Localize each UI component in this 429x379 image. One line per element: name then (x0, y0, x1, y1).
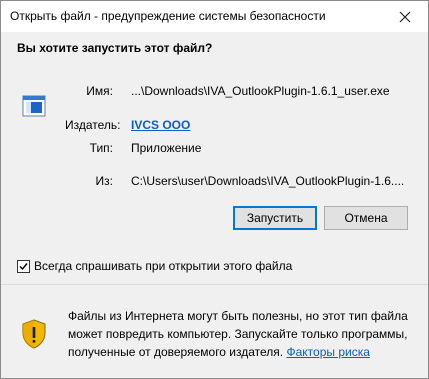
publisher-link[interactable]: IVCS OOO (131, 118, 190, 132)
application-file-icon (22, 95, 46, 117)
cancel-button[interactable]: Отмена (324, 206, 408, 230)
close-icon (399, 11, 411, 22)
type-label: Тип: (89, 141, 113, 155)
run-button[interactable]: Запустить (233, 206, 317, 230)
checkmark-icon (19, 262, 28, 270)
type-value: Приложение (131, 141, 202, 155)
dialog-question: Вы хотите запустить этот файл? (17, 41, 213, 55)
security-shield-icon (22, 319, 46, 349)
always-ask-label: Всегда спрашивать при открытии этого фай… (34, 259, 293, 273)
always-ask-checkbox[interactable] (17, 259, 30, 273)
publisher-label: Издатель: (65, 118, 121, 132)
always-ask-option[interactable]: Всегда спрашивать при открытии этого фай… (17, 259, 292, 273)
warning-message: Файлы из Интернета могут быть полезны, н… (68, 307, 418, 361)
file-name-value: ...\Downloads\IVA_OutlookPlugin-1.6.1_us… (131, 84, 390, 98)
title-bar: Открыть файл - предупреждение системы бе… (1, 1, 428, 32)
window-title: Открыть файл - предупреждение системы бе… (10, 9, 326, 23)
name-label: Имя: (86, 84, 113, 98)
risk-factors-link[interactable]: Факторы риска (286, 345, 369, 359)
close-button[interactable] (382, 1, 428, 32)
from-path-value: C:\Users\user\Downloads\IVA_OutlookPlugi… (131, 174, 405, 188)
warning-section: Файлы из Интернета могут быть полезны, н… (1, 285, 428, 378)
from-label: Из: (95, 174, 113, 188)
security-warning-dialog: Открыть файл - предупреждение системы бе… (0, 0, 429, 379)
dialog-body: Вы хотите запустить этот файл? Имя: ...\… (1, 32, 428, 292)
